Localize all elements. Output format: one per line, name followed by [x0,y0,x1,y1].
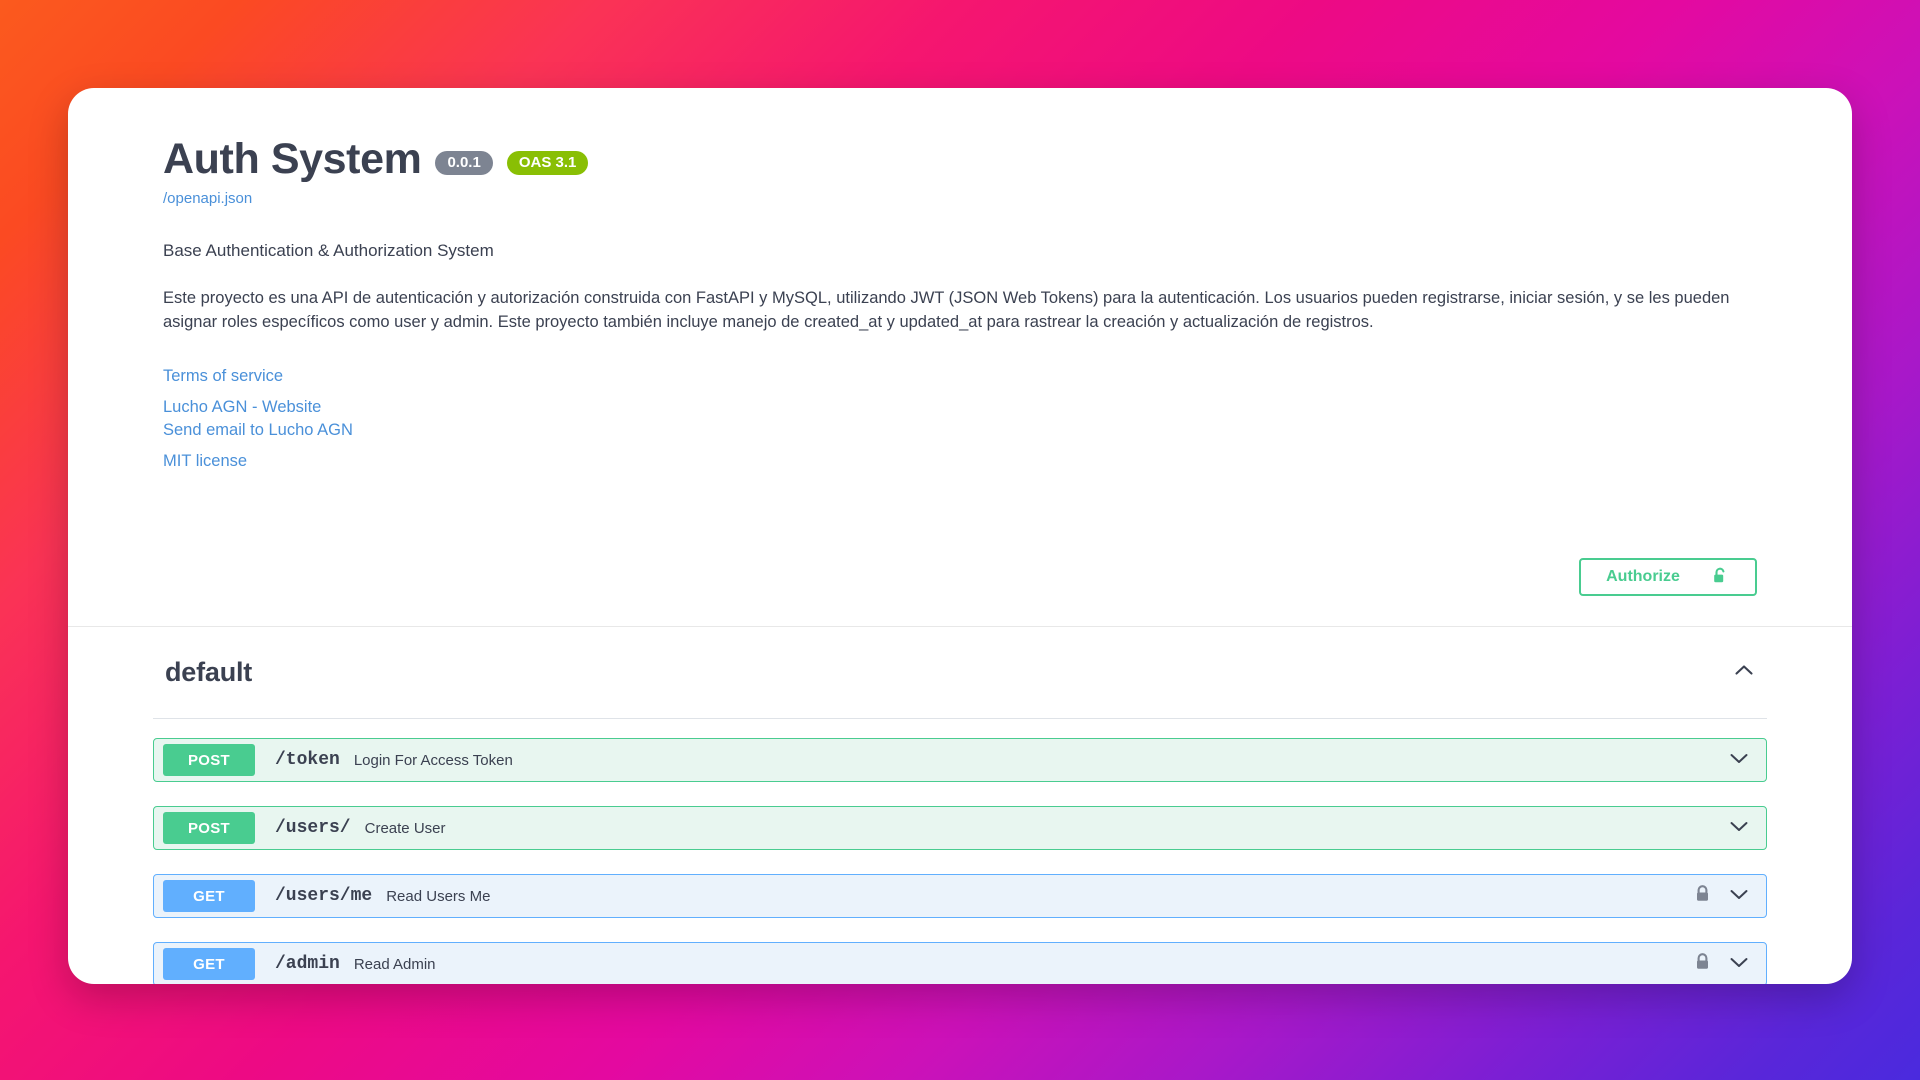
swagger-ui-card: Auth System 0.0.1 OAS 3.1 /openapi.json … [68,88,1852,984]
authorize-wrapper: Authorize [1579,558,1757,596]
operation-path: /token [275,750,340,770]
oas-version-badge: OAS 3.1 [506,150,589,175]
contact-email-link[interactable]: Send email to Lucho AGN [163,419,353,443]
tag-section-default: default POST /token Login For Access Tok… [68,627,1852,984]
operation-row[interactable]: POST /users/ Create User [153,806,1767,850]
operations-list: POST /token Login For Access Token POST … [153,719,1767,984]
openapi-spec-link[interactable]: /openapi.json [163,190,1757,207]
chevron-down-icon[interactable] [1726,813,1752,844]
authorize-label: Authorize [1606,568,1680,585]
api-summary: Base Authentication & Authorization Syst… [163,241,494,260]
tag-header[interactable]: default [153,627,1767,719]
operation-summary: Read Admin [353,955,436,973]
operation-controls [1693,881,1752,912]
api-title-row: Auth System 0.0.1 OAS 3.1 [163,138,1757,181]
api-info-block: Auth System 0.0.1 OAS 3.1 /openapi.json … [68,88,1852,626]
http-method-badge: POST [163,744,255,776]
lock-icon[interactable] [1693,952,1712,977]
http-method-badge: GET [163,880,255,912]
version-badge: 0.0.1 [435,150,493,175]
lock-icon[interactable] [1693,884,1712,909]
unlock-icon [1710,566,1730,589]
operation-path: /users/me [275,886,373,906]
chevron-down-icon[interactable] [1726,881,1752,912]
operation-path: /users/ [275,818,351,838]
operation-controls [1726,745,1752,776]
contact-website-link[interactable]: Lucho AGN - Website [163,396,321,420]
api-links: Terms of service Lucho AGN - Website Sen… [163,365,1757,475]
authorize-button[interactable]: Authorize [1579,558,1757,596]
operation-controls [1726,813,1752,844]
operation-summary: Create User [364,819,446,837]
chevron-down-icon[interactable] [1726,745,1752,776]
operation-path: /admin [275,954,340,974]
terms-of-service-link[interactable]: Terms of service [163,365,283,389]
http-method-badge: POST [163,812,255,844]
operation-row[interactable]: GET /users/me Read Users Me [153,874,1767,918]
http-method-badge: GET [163,948,255,980]
chevron-down-icon[interactable] [1726,949,1752,980]
operation-summary: Read Users Me [386,887,491,905]
page-title: Auth System [163,135,422,183]
operation-summary: Login For Access Token [353,751,513,769]
api-description: Este proyecto es una API de autenticació… [163,288,1730,331]
operation-row[interactable]: POST /token Login For Access Token [153,738,1767,782]
chevron-up-icon[interactable] [1731,657,1757,688]
tag-name: default [165,657,253,687]
operation-row[interactable]: GET /admin Read Admin [153,942,1767,984]
license-link[interactable]: MIT license [163,450,247,474]
operation-controls [1693,949,1752,980]
